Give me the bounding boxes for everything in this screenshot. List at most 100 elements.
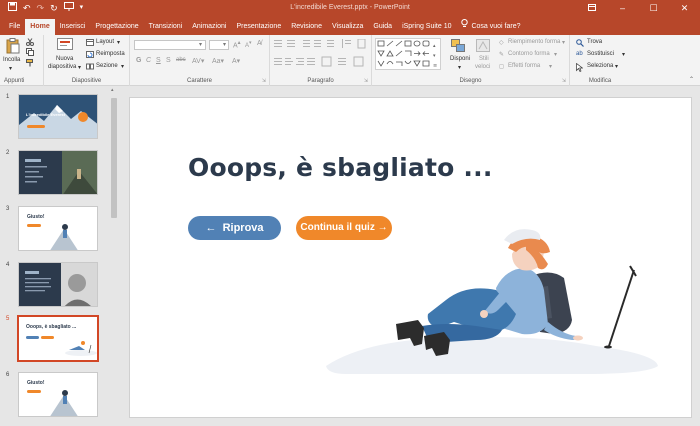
- thumbnail-3-title: Giusto!: [27, 214, 45, 220]
- shape-fill-button[interactable]: Riempimento forma: [508, 39, 560, 45]
- slide-thumbnail-3[interactable]: Giusto!: [18, 206, 98, 251]
- shapes-gallery[interactable]: ▴ ▾ ≡: [375, 38, 441, 72]
- paragraph-controls-icon: [274, 38, 368, 71]
- tab-ispring[interactable]: iSpring Suite 10: [397, 19, 456, 35]
- slide-thumbnail-4[interactable]: [18, 262, 98, 307]
- thumbnails-scrollbar-thumb[interactable]: [111, 98, 117, 218]
- group-drawing-label: Disegno: [459, 78, 482, 84]
- thumbnail-number: 6: [6, 372, 10, 378]
- character-spacing-icon[interactable]: AV▾: [192, 57, 204, 65]
- shrink-font-icon[interactable]: A▾: [245, 40, 252, 49]
- strikethrough-button[interactable]: abc: [176, 57, 186, 63]
- group-paragraph: Paragrafo ⇲: [270, 35, 372, 86]
- bold-button[interactable]: G: [136, 57, 141, 64]
- collapse-ribbon-icon[interactable]: ⌃: [689, 76, 694, 83]
- drawing-dialog-launcher-icon[interactable]: ⇲: [562, 78, 566, 84]
- tab-help[interactable]: Guida: [368, 19, 397, 35]
- quick-styles-icon[interactable]: [476, 39, 490, 54]
- font-size-dropdown-icon[interactable]: ▾: [223, 41, 226, 48]
- tab-view[interactable]: Visualizza: [327, 19, 368, 35]
- grow-font-icon[interactable]: A▴: [233, 40, 241, 49]
- new-slide-icon[interactable]: [57, 38, 73, 52]
- replace-button[interactable]: Sostituisci: [587, 51, 614, 57]
- tell-me-label: Cosa vuoi fare?: [471, 23, 521, 30]
- retry-button[interactable]: ← Riprova: [188, 216, 281, 240]
- slide-thumbnails-pane: 1 L'incredibile Everest 2 3 Giusto! 4 5 …: [0, 86, 118, 426]
- group-clipboard: Incolla ▾ Appunti: [0, 35, 44, 86]
- slide-thumbnail-6[interactable]: Giusto!: [18, 372, 98, 417]
- window-controls: – ☐ ✕: [576, 0, 700, 17]
- tab-transitions[interactable]: Transizioni: [144, 19, 188, 35]
- scroll-up-icon[interactable]: ▴: [111, 87, 114, 93]
- minimize-icon[interactable]: –: [607, 0, 638, 17]
- new-slide-label-2[interactable]: diapositiva: [48, 64, 76, 70]
- select-dropdown-icon[interactable]: ▾: [615, 63, 618, 70]
- change-case-icon[interactable]: Aa▾: [212, 57, 224, 65]
- ribbon-display-options-icon[interactable]: [576, 0, 607, 17]
- group-font-label: Carattere: [186, 78, 212, 84]
- italic-button[interactable]: C: [146, 57, 151, 64]
- underline-button[interactable]: S: [156, 57, 161, 64]
- shadow-button[interactable]: S: [166, 57, 171, 64]
- shape-fill-dropdown-icon[interactable]: ▾: [562, 39, 565, 46]
- thumbnail-number: 5: [6, 316, 10, 322]
- group-paragraph-label: Paragrafo: [307, 78, 334, 84]
- ribbon-tabs: File Home Inserisci Progettazione Transi…: [0, 17, 700, 35]
- tab-slideshow[interactable]: Presentazione: [231, 19, 286, 35]
- thumbnail-2-illustration: [19, 151, 97, 194]
- tell-me-box[interactable]: Cosa vuoi fare?: [456, 19, 525, 35]
- find-button[interactable]: Trova: [587, 39, 602, 45]
- group-editing-label: Modifica: [588, 78, 612, 84]
- replace-dropdown-icon[interactable]: ▾: [622, 51, 625, 58]
- current-slide[interactable]: Ooops, è sbagliato ... ← Riprova Continu…: [129, 97, 692, 418]
- clear-formatting-icon[interactable]: A̸: [257, 40, 262, 47]
- paste-icon[interactable]: [6, 38, 20, 56]
- shape-outline-dropdown-icon[interactable]: ▾: [554, 51, 557, 58]
- layout-dropdown-icon[interactable]: ▾: [117, 39, 120, 46]
- shape-effects-button[interactable]: Effetti forma: [508, 63, 540, 69]
- select-button[interactable]: Seleziona: [587, 63, 613, 69]
- group-editing: Trova ab Sostituisci ▾ Seleziona ▾ Modif…: [570, 35, 630, 86]
- shape-outline-button[interactable]: Contorno forma: [508, 51, 550, 57]
- arrange-button[interactable]: Disponi: [450, 56, 470, 62]
- cut-icon[interactable]: [26, 38, 34, 48]
- find-icon: [576, 39, 584, 49]
- thumbnail-6-title: Giusto!: [27, 380, 45, 386]
- close-icon[interactable]: ✕: [669, 0, 700, 17]
- format-painter-icon[interactable]: [26, 59, 34, 69]
- tab-review[interactable]: Revisione: [286, 19, 327, 35]
- reset-button[interactable]: Reimposta: [96, 51, 125, 57]
- slide-thumbnail-1[interactable]: L'incredibile Everest: [18, 94, 98, 139]
- tab-home[interactable]: Home: [25, 19, 55, 35]
- paste-button[interactable]: Incolla: [3, 57, 20, 63]
- slide-thumbnail-5[interactable]: Ooops, è sbagliato ...: [17, 315, 99, 362]
- paragraph-dialog-launcher-icon[interactable]: ⇲: [364, 78, 368, 84]
- arrange-icon[interactable]: [451, 39, 465, 54]
- font-dialog-launcher-icon[interactable]: ⇲: [262, 78, 266, 84]
- font-color-icon[interactable]: A▾: [232, 57, 240, 65]
- copy-icon[interactable]: [26, 48, 34, 58]
- tab-design[interactable]: Progettazione: [90, 19, 143, 35]
- section-dropdown-icon[interactable]: ▾: [121, 63, 124, 70]
- font-name-input[interactable]: [134, 40, 206, 50]
- quick-styles-label-2[interactable]: veloci: [475, 64, 490, 70]
- maximize-icon[interactable]: ☐: [638, 0, 669, 17]
- tab-file[interactable]: File: [4, 19, 25, 35]
- slide-title[interactable]: Ooops, è sbagliato ...: [188, 153, 493, 182]
- arrange-dropdown-icon[interactable]: ▾: [458, 64, 461, 71]
- new-slide-label-1[interactable]: Nuova: [56, 56, 73, 62]
- thumbnails-scrollbar[interactable]: ▴: [110, 86, 118, 426]
- paste-dropdown-icon[interactable]: ▾: [9, 65, 12, 72]
- section-button[interactable]: Sezione: [96, 63, 118, 69]
- font-name-dropdown-icon[interactable]: ▾: [199, 41, 202, 48]
- lightbulb-icon: [461, 19, 469, 35]
- tab-insert[interactable]: Inserisci: [55, 19, 91, 35]
- slide-thumbnail-2[interactable]: [18, 150, 98, 195]
- group-slides-label: Diapositive: [71, 78, 102, 84]
- quick-styles-label-1[interactable]: Stili: [479, 56, 489, 62]
- tab-animations[interactable]: Animazioni: [187, 19, 231, 35]
- group-slides: Nuova diapositiva ▾ Layout ▾ Reimposta S…: [44, 35, 130, 86]
- layout-button[interactable]: Layout: [96, 39, 114, 45]
- new-slide-dropdown-icon[interactable]: ▾: [78, 64, 81, 71]
- shape-effects-dropdown-icon[interactable]: ▾: [549, 63, 552, 70]
